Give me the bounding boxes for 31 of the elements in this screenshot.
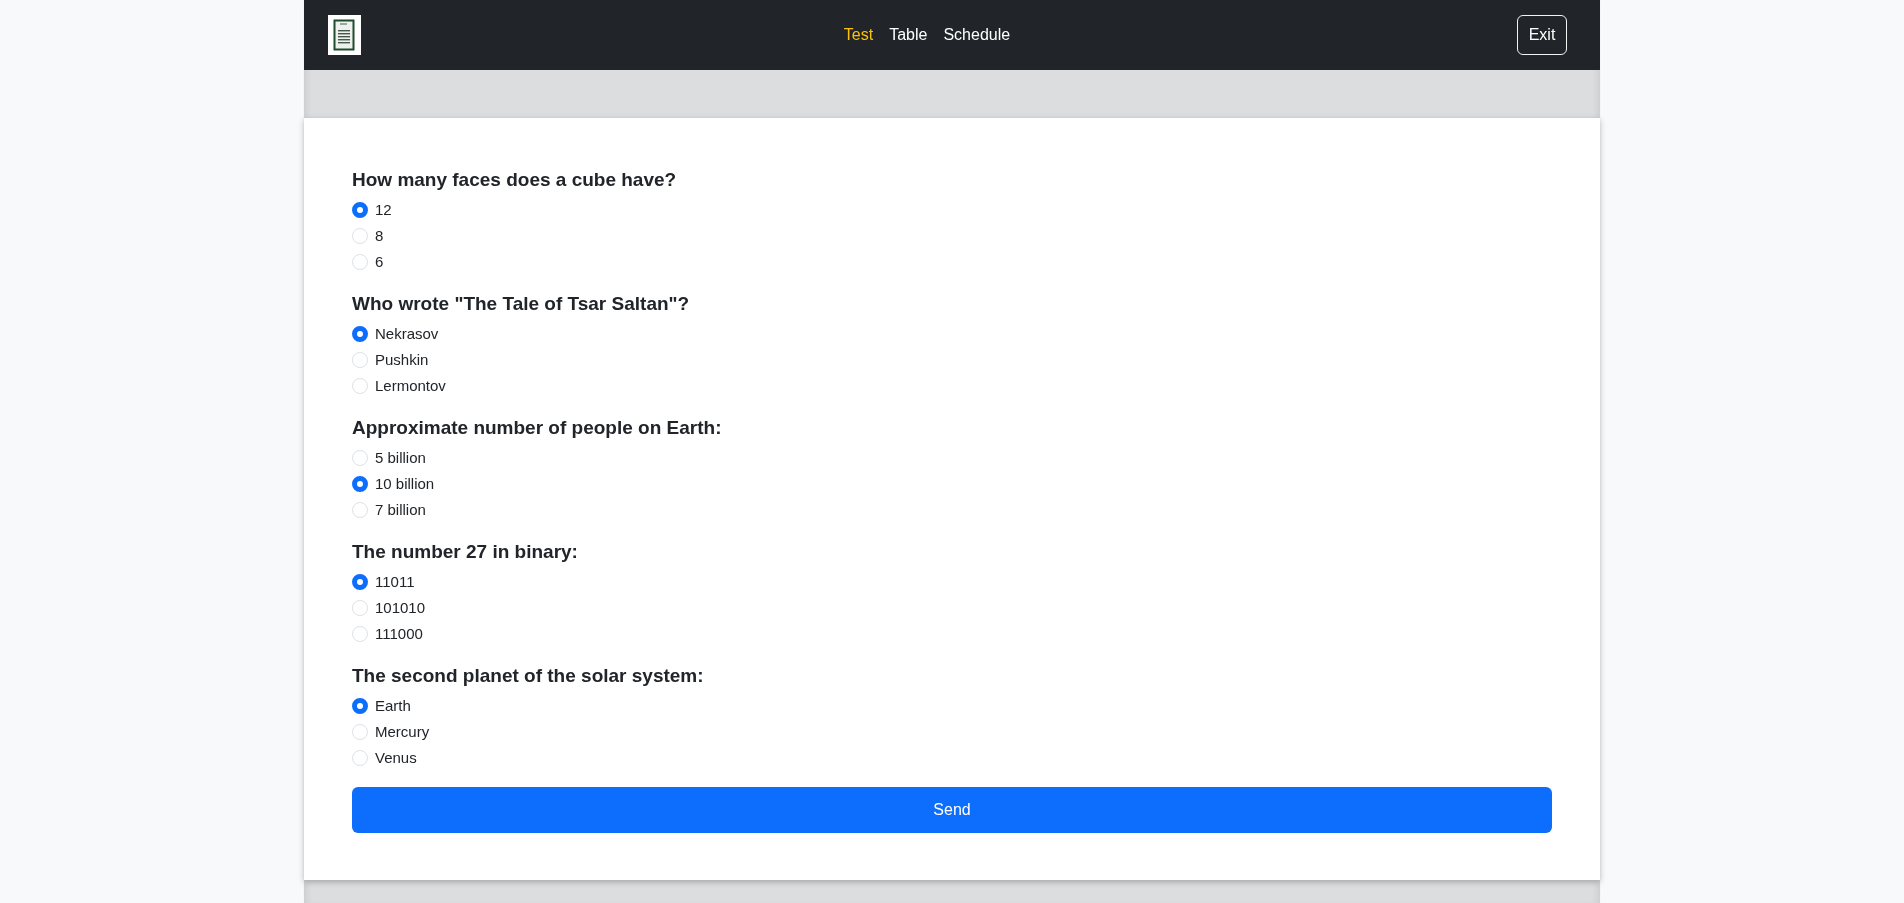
option-label: Earth <box>375 696 411 716</box>
nav-link[interactable]: Schedule <box>935 18 1019 52</box>
radio-button[interactable] <box>352 476 368 492</box>
option-label: Venus <box>375 748 417 768</box>
radio-button[interactable] <box>352 326 368 342</box>
nav-link[interactable]: Test <box>835 18 882 52</box>
option-label: 101010 <box>375 598 426 618</box>
option-label: 111000 <box>375 624 423 644</box>
radio-button[interactable] <box>352 202 368 218</box>
send-button[interactable]: Send <box>352 787 1552 833</box>
question-heading: The number 27 in binary: <box>352 540 578 564</box>
question-heading: How many faces does a cube have? <box>352 168 677 192</box>
option-label: Lermontov <box>375 376 446 396</box>
option-label: 10 billion <box>375 474 435 494</box>
question-heading: The second planet of the solar system: <box>352 664 704 688</box>
option-label: Pushkin <box>375 350 429 370</box>
option-label: 5 billion <box>375 448 426 468</box>
radio-button[interactable] <box>352 574 368 590</box>
option-label: 6 <box>375 252 384 272</box>
question-heading: Approximate number of people on Earth: <box>352 416 722 440</box>
question-heading: Who wrote "The Tale of Tsar Saltan"? <box>352 292 690 316</box>
option-label: 7 billion <box>375 500 426 520</box>
option-label: 8 <box>375 226 384 246</box>
nav-link[interactable]: Table <box>881 18 936 52</box>
exit-button[interactable]: Exit <box>1517 15 1567 55</box>
document-icon[interactable] <box>328 15 361 55</box>
option-label: 11011 <box>375 572 415 592</box>
option-label: 12 <box>375 200 392 220</box>
option-label: Nekrasov <box>375 324 439 344</box>
option-label: Mercury <box>375 722 430 742</box>
radio-button[interactable] <box>352 698 368 714</box>
